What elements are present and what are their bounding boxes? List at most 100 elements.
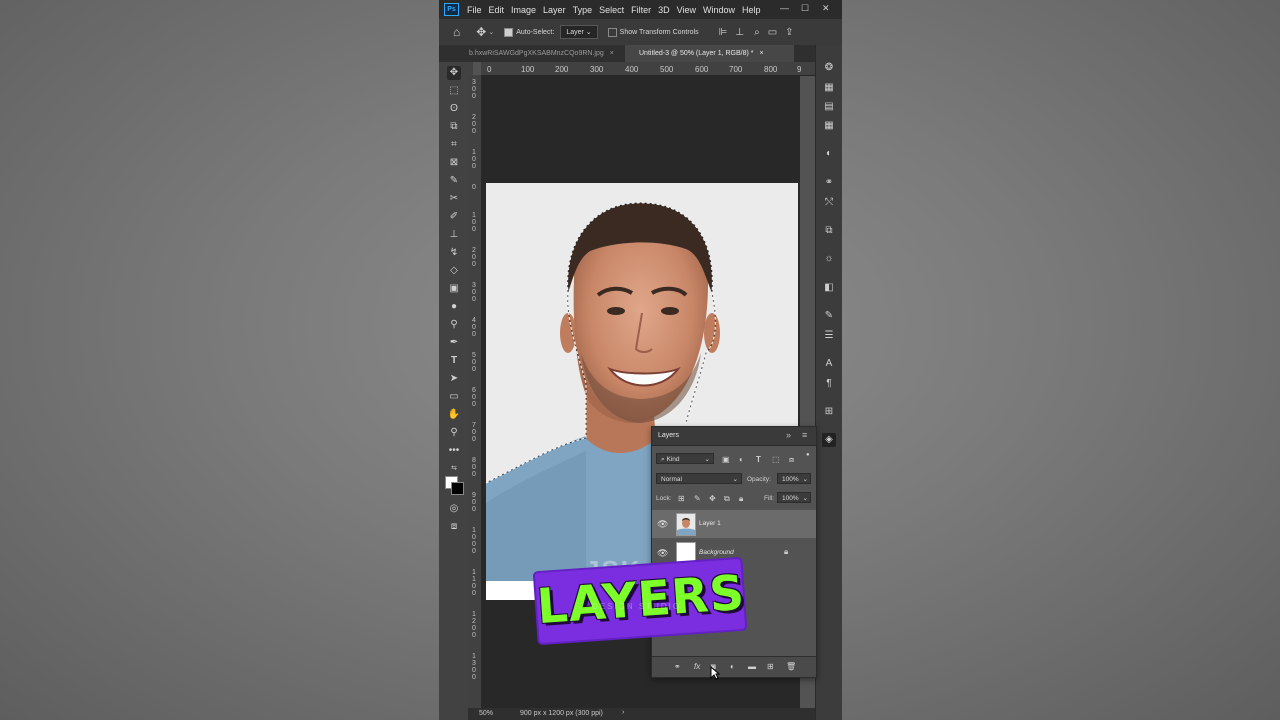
- filter-toggle-icon[interactable]: ●: [806, 452, 810, 458]
- stamp-tool-icon[interactable]: ⊥: [447, 228, 461, 242]
- auto-select-checkbox[interactable]: [504, 27, 516, 37]
- lasso-tool-icon[interactable]: ʘ: [447, 102, 461, 116]
- maximize-button[interactable]: ☐: [801, 3, 809, 14]
- transform-controls-checkbox[interactable]: [607, 27, 620, 37]
- pen-tool-icon[interactable]: ✒: [447, 336, 461, 350]
- visibility-eye-icon[interactable]: 👁︎: [657, 548, 668, 559]
- libraries-panel-icon[interactable]: ◧: [822, 281, 836, 295]
- screen-mode-icon[interactable]: ⧈: [447, 520, 461, 534]
- filter-adjustment-icon[interactable]: ◐: [739, 455, 744, 464]
- align-left-icon[interactable]: ⊫: [719, 27, 728, 38]
- opacity-input[interactable]: 100% ⌄: [777, 473, 811, 484]
- align-center-icon[interactable]: ⊥: [735, 27, 744, 38]
- menu-window[interactable]: Window: [703, 5, 735, 15]
- menu-select[interactable]: Select: [599, 5, 624, 15]
- more-tools-icon[interactable]: •••: [447, 444, 461, 458]
- layer-name[interactable]: Layer 1: [699, 520, 721, 527]
- eraser-tool-icon[interactable]: ◇: [447, 264, 461, 278]
- zoom-tool-icon[interactable]: ⚲: [447, 426, 461, 440]
- tab-untitled-3[interactable]: Untitled-3 @ 50% (Layer 1, RGB/8) * ×: [625, 45, 794, 62]
- lock-icon[interactable]: 🔒︎: [784, 547, 788, 557]
- menu-filter[interactable]: Filter: [631, 5, 651, 15]
- comments-panel-icon[interactable]: ⊞: [822, 405, 836, 419]
- filter-pixel-icon[interactable]: ▣: [722, 455, 730, 464]
- lock-transparent-icon[interactable]: ⊞: [678, 494, 685, 503]
- rectangle-tool-icon[interactable]: ▭: [447, 390, 461, 404]
- close-window-button[interactable]: ✕: [822, 3, 830, 14]
- lock-image-icon[interactable]: ✎: [694, 494, 701, 503]
- properties-panel-icon[interactable]: ☰: [822, 329, 836, 343]
- minimize-button[interactable]: —: [780, 3, 789, 13]
- move-tool-icon[interactable]: ✥: [476, 25, 486, 39]
- path-select-tool-icon[interactable]: ➤: [447, 372, 461, 386]
- menu-3d[interactable]: 3D: [658, 5, 670, 15]
- healing-tool-icon[interactable]: ✂: [447, 192, 461, 206]
- gradient-tool-icon[interactable]: ▣: [447, 282, 461, 296]
- background-color-swatch[interactable]: [451, 482, 464, 495]
- filter-kind-dropdown[interactable]: ⌕ Kind ⌄: [656, 453, 714, 464]
- filter-shape-icon[interactable]: ⬚: [772, 455, 780, 464]
- dodge-tool-icon[interactable]: ⚲: [447, 318, 461, 332]
- crop-tool-icon[interactable]: ⌗: [447, 138, 461, 152]
- fill-input[interactable]: 100% ⌄: [777, 492, 811, 503]
- filter-smart-object-icon[interactable]: ⧈: [789, 455, 794, 465]
- new-group-icon[interactable]: ▬: [748, 662, 756, 671]
- link-layers-icon[interactable]: ⚭: [674, 662, 681, 671]
- lock-artboard-icon[interactable]: ⧉: [724, 494, 730, 504]
- panel-menu-icon[interactable]: ≡: [802, 430, 807, 440]
- close-tab-icon[interactable]: ×: [610, 50, 614, 57]
- menu-help[interactable]: Help: [742, 5, 761, 15]
- new-layer-icon[interactable]: ⊞: [767, 662, 774, 671]
- search-icon[interactable]: ⌕: [754, 27, 760, 38]
- patterns-panel-icon[interactable]: ▦: [822, 119, 836, 133]
- menu-view[interactable]: View: [677, 5, 696, 15]
- channels-panel-icon[interactable]: ⚭: [822, 176, 836, 190]
- history-brush-icon[interactable]: ↯: [447, 246, 461, 260]
- brush-tool-icon[interactable]: ✐: [447, 210, 461, 224]
- character-panel-icon[interactable]: A: [822, 357, 836, 371]
- workspace-icon[interactable]: ▭: [768, 27, 777, 38]
- share-icon[interactable]: ⇪: [785, 27, 793, 38]
- delete-layer-icon[interactable]: 🗑︎: [786, 662, 796, 671]
- menu-layer[interactable]: Layer: [543, 5, 566, 15]
- collapse-panel-icon[interactable]: »: [786, 430, 791, 440]
- paragraph-panel-icon[interactable]: ¶: [822, 377, 836, 391]
- blur-tool-icon[interactable]: ●: [447, 300, 461, 314]
- layer-row-layer-1[interactable]: 👁︎ Layer 1: [652, 510, 816, 538]
- home-icon[interactable]: ⌂: [453, 25, 460, 39]
- swap-colors-icon[interactable]: ⇆: [447, 462, 461, 476]
- chevron-down-icon[interactable]: ⌄: [488, 28, 494, 36]
- frame-tool-icon[interactable]: ⊠: [447, 156, 461, 170]
- close-tab-icon[interactable]: ×: [760, 50, 764, 57]
- layer-name[interactable]: Background: [699, 549, 734, 556]
- eyedropper-tool-icon[interactable]: ✎: [447, 174, 461, 188]
- filter-type-icon[interactable]: T: [756, 455, 761, 464]
- adjustment-layer-icon[interactable]: ◐: [730, 662, 735, 671]
- adjustments-panel-icon[interactable]: ◐: [822, 147, 836, 161]
- object-select-tool-icon[interactable]: ⧉: [447, 120, 461, 134]
- type-tool-icon[interactable]: T: [447, 354, 461, 368]
- gradients-panel-icon[interactable]: ▤: [822, 100, 836, 114]
- lock-all-icon[interactable]: 🔒︎: [739, 494, 743, 504]
- paths-panel-icon[interactable]: ⤲: [822, 196, 836, 210]
- lock-position-icon[interactable]: ✥: [709, 494, 716, 503]
- hand-tool-icon[interactable]: ✋: [447, 408, 461, 422]
- chevron-right-icon[interactable]: ›: [622, 709, 624, 716]
- menu-type[interactable]: Type: [573, 5, 593, 15]
- learn-panel-icon[interactable]: ☼: [822, 252, 836, 266]
- move-tool-icon[interactable]: ✥: [447, 66, 461, 80]
- menu-image[interactable]: Image: [511, 5, 536, 15]
- color-panel-icon[interactable]: ❂: [822, 61, 836, 75]
- quick-mask-icon[interactable]: ◎: [447, 502, 461, 516]
- swatches-panel-icon[interactable]: ▦: [822, 81, 836, 95]
- fx-icon[interactable]: fx: [694, 662, 700, 671]
- visibility-eye-icon[interactable]: 👁︎: [657, 519, 668, 530]
- menu-edit[interactable]: Edit: [489, 5, 505, 15]
- brush-panel-icon[interactable]: ✎: [822, 309, 836, 323]
- tab-source-image[interactable]: b.hxwRiSAWGdPgXKSABMnzCQo9RN.jpg ×: [439, 45, 625, 62]
- marquee-tool-icon[interactable]: ⬚: [447, 84, 461, 98]
- zoom-level[interactable]: 50%: [479, 710, 493, 717]
- layers-panel-icon[interactable]: ◈: [822, 433, 836, 447]
- blend-mode-dropdown[interactable]: Normal ⌄: [656, 473, 742, 484]
- auto-select-dropdown[interactable]: Layer ⌄: [560, 25, 598, 39]
